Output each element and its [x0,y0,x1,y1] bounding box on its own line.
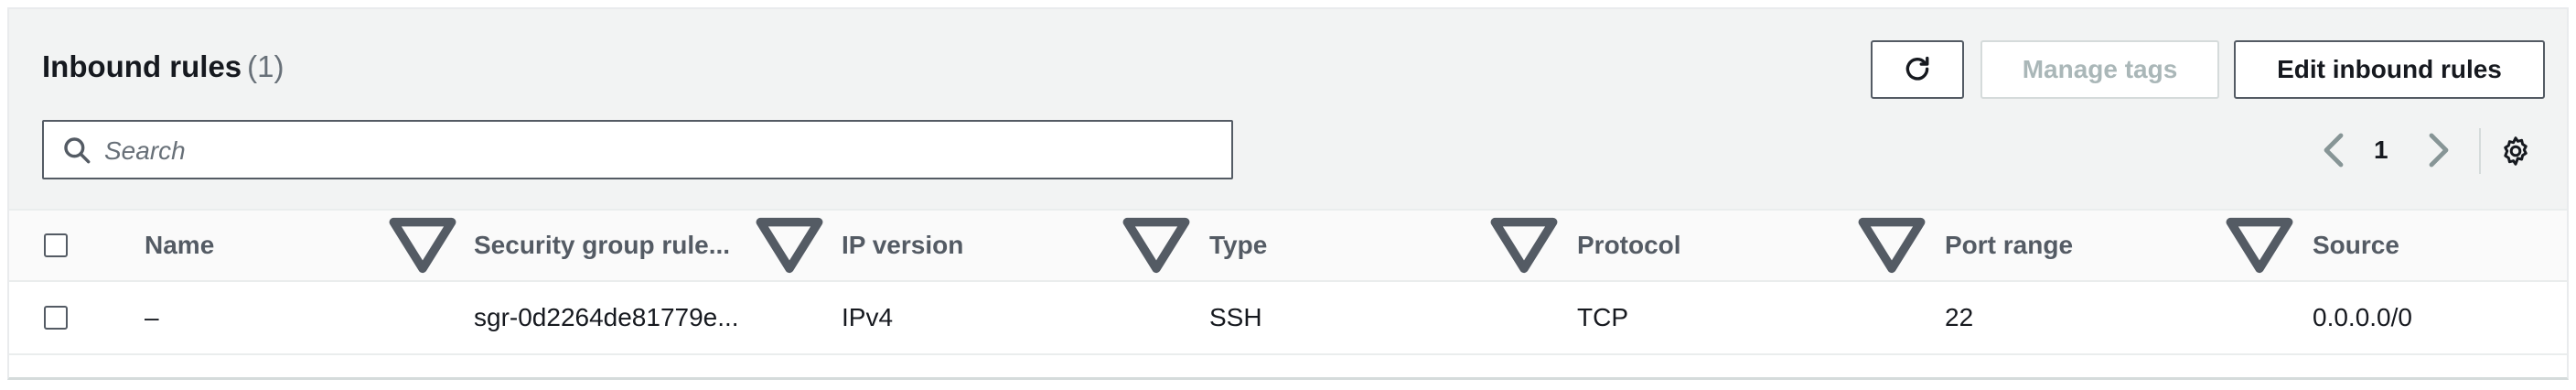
rule-count: (1) [247,49,284,83]
cell-port-range: 22 [1945,303,1974,331]
cell-name: – [145,303,159,331]
search-icon [64,137,91,164]
cell-ip-version: IPv4 [842,303,894,331]
search-placeholder: Search [104,136,186,165]
sort-icon[interactable] [755,211,824,280]
cell-security-group-rule-id[interactable]: sgr-0d2264de81779e... [474,282,739,353]
cell-protocol: TCP [1577,303,1628,331]
column-header-source[interactable]: Source [2313,211,2399,280]
column-header-security-group-rule[interactable]: Security group rule... [474,211,730,280]
refresh-icon [1905,56,1929,81]
column-header-type[interactable]: Type [1209,211,1267,280]
gear-icon[interactable] [2499,135,2532,168]
search-input[interactable]: Search [42,120,1233,179]
column-header-port-range[interactable]: Port range [1945,211,2073,280]
column-header-protocol[interactable]: Protocol [1577,211,1681,280]
row-checkbox[interactable] [44,306,68,330]
inbound-rules-panel: Inbound rules (1) Manage tags Edit inboun… [7,7,2569,380]
sort-icon[interactable] [1489,211,1559,280]
table-row[interactable]: – sgr-0d2264de81779e... IPv4 SSH TCP 22 … [9,282,2567,355]
sort-icon[interactable] [2225,211,2294,280]
refresh-button[interactable] [1871,40,1964,99]
pagination-divider [2479,128,2481,174]
panel-title: Inbound rules (1) [42,49,284,84]
cell-source: 0.0.0.0/0 [2313,303,2412,331]
chevron-right-icon[interactable] [2424,132,2452,168]
cell-type: SSH [1209,303,1262,331]
sort-icon[interactable] [1857,211,1927,280]
panel-header: Inbound rules (1) Manage tags Edit inboun… [9,9,2567,209]
column-header-ip-version[interactable]: IP version [842,211,963,280]
select-all-checkbox[interactable] [44,233,68,257]
table-header: Name Security group rule... IP version T… [9,209,2567,282]
sort-icon[interactable] [1122,211,1191,280]
column-header-name[interactable]: Name [145,211,214,280]
edit-inbound-rules-button[interactable]: Edit inbound rules [2234,40,2545,99]
manage-tags-button[interactable]: Manage tags [1980,40,2219,99]
sort-icon[interactable] [388,211,457,280]
current-page-number[interactable]: 1 [2374,135,2388,165]
panel-title-text: Inbound rules [42,49,242,83]
chevron-left-icon[interactable] [2321,132,2348,168]
